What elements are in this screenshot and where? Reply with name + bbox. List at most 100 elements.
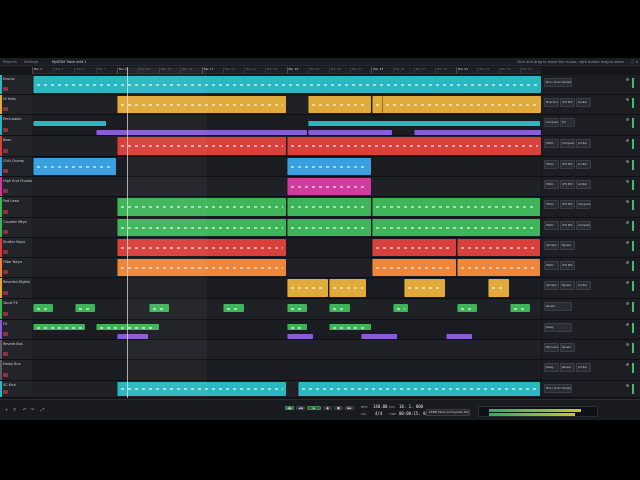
clip[interactable] <box>308 121 541 126</box>
track-header[interactable]: Reverb Bus <box>0 340 32 360</box>
tempo-value[interactable]: 140.00 <box>373 404 387 409</box>
redo-icon[interactable]: ↷ <box>30 408 35 413</box>
minimize-button[interactable]: – <box>625 60 629 64</box>
track-header[interactable]: SC Kick <box>0 381 32 398</box>
volume-knob-icon[interactable] <box>626 221 629 224</box>
device-chain[interactable]: Sampler Reverb Limiter <box>542 278 640 299</box>
arm-record-icon[interactable] <box>3 128 8 132</box>
clip[interactable] <box>488 279 509 297</box>
clip[interactable] <box>287 219 371 236</box>
clip[interactable] <box>329 324 371 330</box>
signature-value[interactable]: 4/4 <box>375 411 382 416</box>
device-chain[interactable]: HSDC LFO MIX <box>542 258 640 278</box>
arm-record-icon[interactable] <box>3 149 8 153</box>
clip[interactable] <box>371 219 541 236</box>
track-header[interactable]: Pad Lead <box>0 197 32 218</box>
arm-record-icon[interactable] <box>3 332 8 336</box>
device-chip[interactable]: Limiter <box>576 160 591 169</box>
clip[interactable] <box>287 334 313 339</box>
track-header[interactable]: FX <box>0 320 32 340</box>
device-chip[interactable]: Limiter <box>576 139 591 148</box>
device-chip[interactable]: Reverb <box>560 343 575 352</box>
clip[interactable] <box>287 304 308 312</box>
device-chip[interactable]: HSDC <box>544 139 559 148</box>
device-chip[interactable]: Delay <box>544 323 572 332</box>
device-chain[interactable]: Micro Drum Sampler <box>542 381 640 398</box>
device-chain[interactable]: CompressorEQ <box>542 115 640 136</box>
device-chip[interactable]: Compressor <box>576 200 591 209</box>
track-lane[interactable] <box>32 238 541 258</box>
clip[interactable] <box>32 76 541 93</box>
track-header[interactable]: Delay Bus <box>0 360 32 381</box>
clip[interactable] <box>414 130 541 135</box>
track-header[interactable]: Counter Mtya <box>0 218 32 238</box>
device-chip[interactable]: LFO MIX <box>560 180 575 189</box>
device-chip[interactable]: Limiter <box>576 98 591 107</box>
track-lane[interactable] <box>32 115 541 136</box>
rewind-button[interactable]: ◀◀ <box>296 406 305 410</box>
track-lane[interactable] <box>32 197 541 218</box>
tab-settings[interactable]: Settings <box>24 60 38 65</box>
device-chip[interactable]: EQ <box>560 118 575 127</box>
clip[interactable] <box>393 304 408 312</box>
device-chip[interactable]: LFO MIX <box>560 200 575 209</box>
device-chain[interactable]: HSDC LFO MIX Limiter <box>542 157 640 177</box>
volume-knob-icon[interactable] <box>626 180 629 183</box>
clip[interactable] <box>287 137 541 155</box>
clip[interactable] <box>32 158 117 175</box>
device-chain[interactable]: Sampler Reverb <box>542 238 640 258</box>
volume-knob-icon[interactable] <box>626 363 629 366</box>
clip[interactable] <box>297 382 541 396</box>
device-chip[interactable]: Reverb <box>560 281 575 290</box>
device-chain[interactable]: Reverb <box>542 299 640 320</box>
track-lane[interactable] <box>32 75 541 95</box>
device-chip[interactable]: Multi Drum Sampler <box>544 98 559 107</box>
track-lane[interactable] <box>32 136 541 157</box>
volume-knob-icon[interactable] <box>626 261 629 264</box>
clip[interactable] <box>308 130 393 135</box>
device-chain[interactable]: HSDCLFO MIXCompressor <box>542 218 640 238</box>
maximize-button[interactable]: □ <box>630 60 634 64</box>
track-header[interactable]: Filter Nayo <box>0 258 32 278</box>
undo-icon[interactable]: ↶ <box>22 408 27 413</box>
device-chip[interactable]: HSDC <box>544 221 559 230</box>
device-chip[interactable]: Micro Drum Sampler <box>544 384 572 393</box>
clip[interactable] <box>371 198 541 216</box>
tab-projects[interactable]: Projects <box>3 60 17 65</box>
arm-record-icon[interactable] <box>3 210 8 214</box>
track-header[interactable]: Hi Hats <box>0 95 32 115</box>
record-button[interactable]: ● <box>323 406 332 410</box>
volume-knob-icon[interactable] <box>626 78 629 81</box>
volume-knob-icon[interactable] <box>626 323 629 326</box>
device-chip[interactable]: LFO MIX <box>560 160 575 169</box>
track-lane[interactable] <box>32 381 541 398</box>
arm-record-icon[interactable] <box>3 230 8 234</box>
volume-knob-icon[interactable] <box>626 118 629 121</box>
device-chip[interactable]: LFO MIX <box>560 221 575 230</box>
clip[interactable] <box>446 334 472 339</box>
clip[interactable] <box>308 96 371 113</box>
track-lane[interactable] <box>32 157 541 177</box>
arrangement-lanes[interactable] <box>32 75 541 398</box>
clip[interactable] <box>223 304 244 312</box>
clip[interactable] <box>403 279 446 297</box>
track-header[interactable]: Vocal FX <box>0 299 32 320</box>
device-chain[interactable]: HSDCLFO MIXCompressor <box>542 197 640 218</box>
device-chip[interactable]: Compressor <box>544 118 559 127</box>
track-lane[interactable] <box>32 258 541 278</box>
clip[interactable] <box>287 178 371 195</box>
volume-knob-icon[interactable] <box>626 384 629 387</box>
fast-forward-button[interactable]: ▶▶ <box>345 406 354 410</box>
device-chip[interactable]: HSDC <box>544 180 559 189</box>
arm-record-icon[interactable] <box>3 189 8 193</box>
device-chip[interactable]: HSDC <box>544 261 559 270</box>
track-lane[interactable] <box>32 177 541 197</box>
device-chain[interactable]: Delay <box>542 320 640 340</box>
device-chip[interactable]: LFO MIX <box>560 98 575 107</box>
clip[interactable] <box>456 259 541 276</box>
clip[interactable] <box>287 198 371 216</box>
volume-knob-icon[interactable] <box>626 98 629 101</box>
project-info-field[interactable]: EPNB Medical Playlists Notes <box>426 409 470 416</box>
tab-project-edit[interactable]: MyEDM Track edit 1 <box>52 60 86 65</box>
clip[interactable] <box>329 279 366 297</box>
